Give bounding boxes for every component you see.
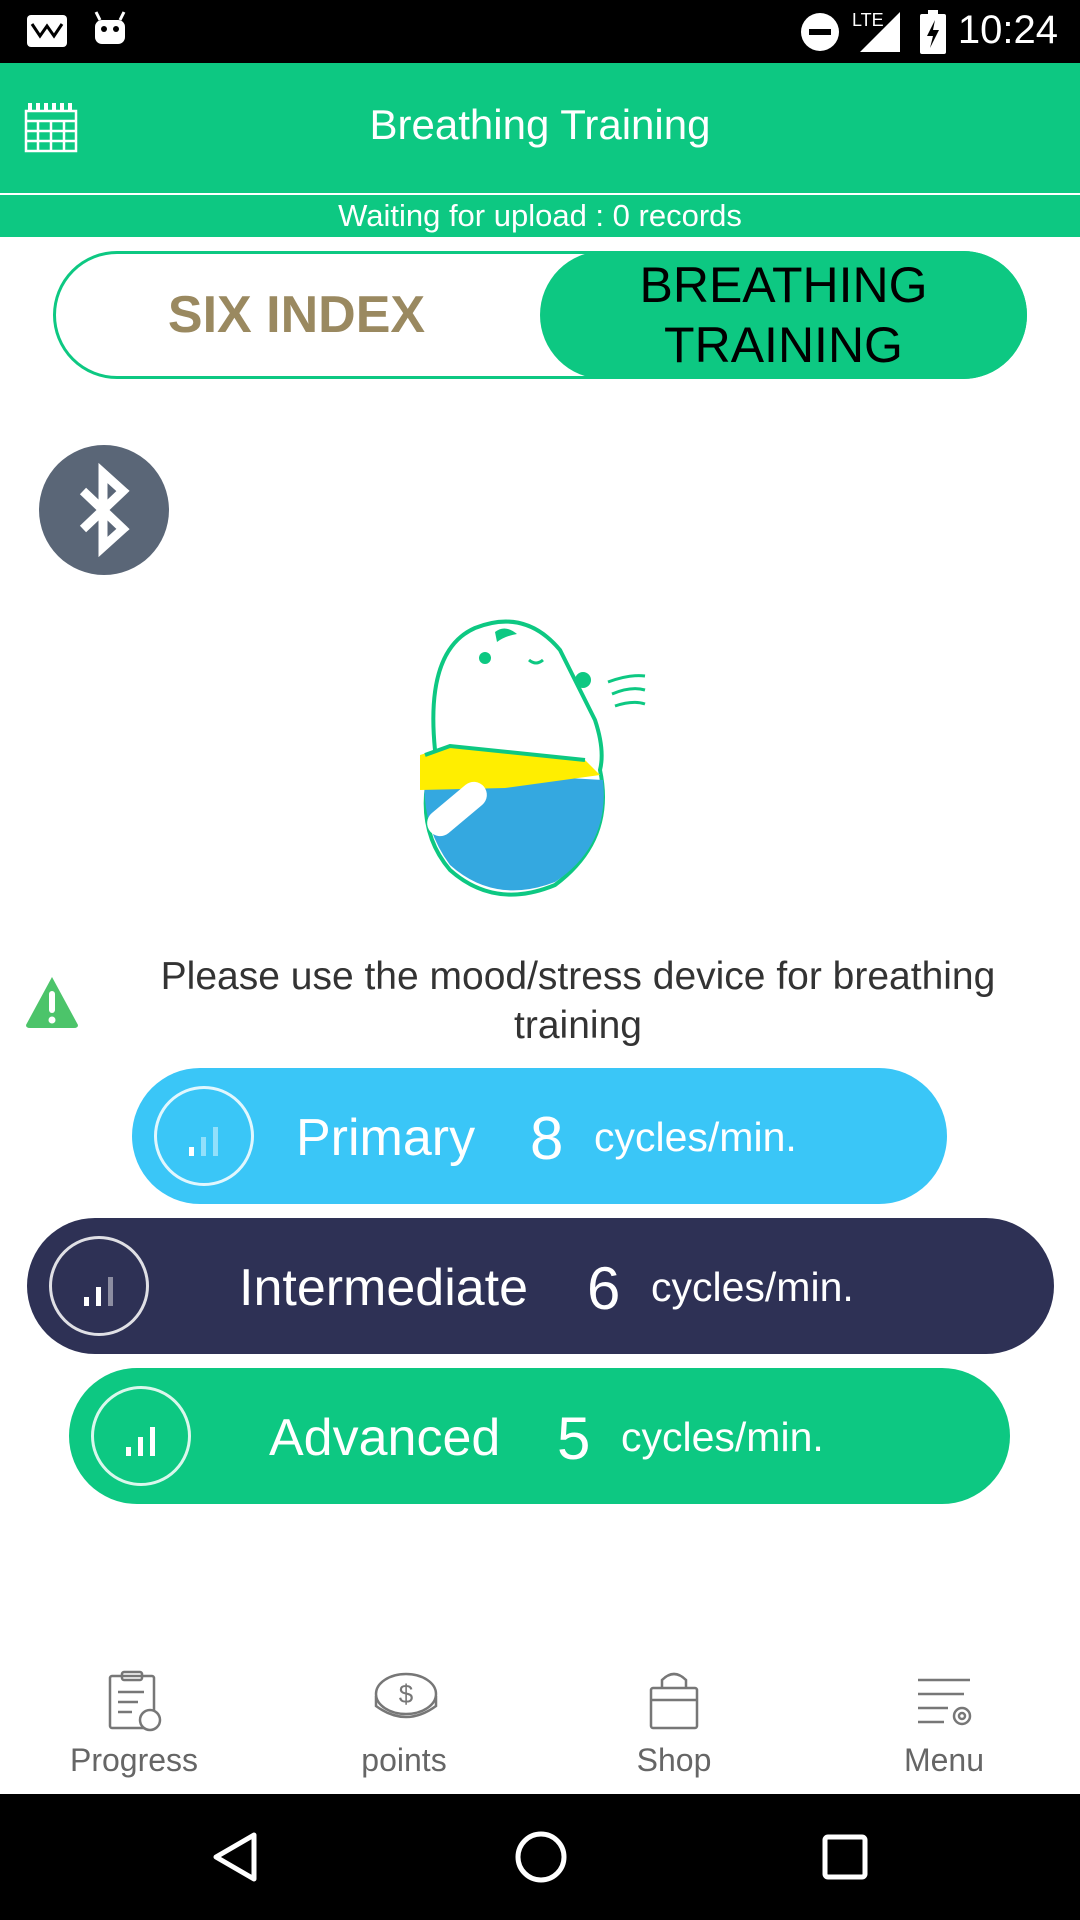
level-intermediate-button[interactable]: Intermediate 6 cycles/min. (27, 1218, 1054, 1354)
cycles-value: 8 (530, 1105, 564, 1172)
nav-label: Shop (636, 1742, 712, 1778)
nav-progress[interactable]: Progress (24, 1670, 244, 1790)
warning-icon (26, 977, 78, 1028)
mascot-illustration (420, 619, 646, 897)
status-bar: LTE 10:24 (0, 0, 1080, 63)
tab-breathing-training[interactable]: BREATHING TRAINING (540, 251, 1027, 379)
level-advanced-button[interactable]: Advanced 5 cycles/min. (69, 1368, 1010, 1504)
clipboard-icon (108, 1670, 162, 1732)
tab-breathing-training-label: BREATHING TRAINING (639, 257, 928, 373)
mail-notification-icon (27, 15, 67, 47)
nav-shop[interactable]: Shop (564, 1670, 784, 1790)
tab-six-index[interactable]: SIX INDEX (53, 251, 540, 379)
cycles-unit: cycles/min. (621, 1414, 824, 1460)
level-name: Primary (296, 1109, 476, 1167)
app-bar: Breathing Training (0, 63, 1080, 193)
cycles-value: 6 (587, 1255, 621, 1322)
nav-label: points (361, 1742, 447, 1778)
bluetooth-button[interactable] (39, 445, 169, 575)
nav-points[interactable]: $ points (294, 1670, 514, 1790)
nav-label: Menu (903, 1742, 985, 1778)
cycles-value: 5 (557, 1405, 591, 1472)
recents-icon[interactable] (822, 1834, 868, 1880)
signal-icon (860, 12, 900, 52)
shopping-bag-icon (649, 1672, 699, 1730)
level-name: Advanced (269, 1409, 501, 1467)
device-notice: Please use the mood/stress device for br… (160, 955, 996, 1047)
level-name: Intermediate (239, 1259, 529, 1317)
status-time: 10:24 (957, 8, 1058, 52)
menu-settings-icon (918, 1678, 972, 1726)
nav-menu[interactable]: Menu (834, 1670, 1054, 1790)
signal-level-icon (49, 1236, 149, 1336)
page-title: Breathing Training (369, 101, 711, 148)
battery-charging-icon (920, 10, 946, 54)
bluetooth-icon (79, 462, 130, 558)
cycles-unit: cycles/min. (594, 1114, 797, 1160)
signal-level-icon (91, 1386, 191, 1486)
svg-text:$: $ (399, 1679, 414, 1709)
level-primary-button[interactable]: Primary 8 cycles/min. (132, 1068, 947, 1204)
android-notification-icon (94, 11, 126, 44)
nav-label: Progress (69, 1742, 199, 1778)
upload-status: Waiting for upload : 0 records (0, 195, 1080, 237)
system-nav-bar (0, 1794, 1080, 1920)
do-not-disturb-icon (801, 13, 839, 51)
signal-level-icon (154, 1086, 254, 1186)
coin-icon: $ (374, 1672, 438, 1719)
home-icon[interactable] (514, 1830, 568, 1884)
cycles-unit: cycles/min. (651, 1264, 854, 1310)
back-icon[interactable] (212, 1832, 258, 1882)
